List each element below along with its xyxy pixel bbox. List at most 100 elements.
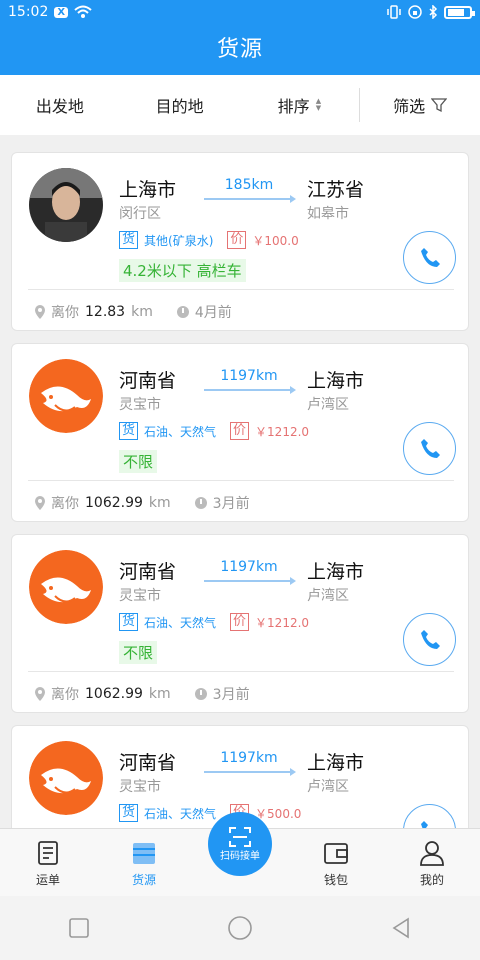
phone-icon [420, 629, 440, 649]
scan-order-label: 扫码接单 [220, 850, 260, 862]
scan-icon [229, 826, 251, 847]
vehicle-spec: 不限 [119, 450, 158, 473]
cargo-card[interactable]: 上海市 闵行区 185km 江苏省 如皋市 货 其他(矿泉水) 价 ￥100.0… [11, 152, 469, 331]
distance-away-unit: km [148, 686, 171, 702]
route-distance: 1197km [220, 368, 278, 384]
filter-bar: 出发地 目的地 排序 ▲ ▼ 筛选 [0, 75, 480, 135]
destination-city: 上海市 [307, 370, 365, 392]
app-header: 15:02 X 货源 [0, 0, 480, 75]
vehicle-spec: 不限 [119, 641, 158, 664]
tab-cargo-label: 货源 [131, 873, 156, 887]
distance-away-value: 12.83 [85, 304, 126, 320]
funnel-icon [431, 98, 448, 113]
call-button[interactable] [403, 804, 456, 828]
origin-district: 灵宝市 [119, 779, 161, 795]
tab-profile[interactable]: 我的 [384, 829, 480, 896]
cargo-list[interactable]: 上海市 闵行区 185km 江苏省 如皋市 货 其他(矿泉水) 价 ￥100.0… [0, 135, 480, 828]
distance-away-unit: km [148, 495, 171, 511]
fish-logo-icon [29, 359, 103, 433]
waybill-icon [38, 841, 58, 865]
distance-away-label: 离你 [51, 305, 79, 321]
price-tag: 价 [230, 422, 250, 440]
destination-district: 如皋市 [307, 206, 349, 222]
fish-logo-icon [29, 550, 103, 624]
price-value: ￥100.0 [252, 233, 299, 248]
goods-tag: 货 [119, 422, 139, 440]
distance-away-unit: km [131, 304, 153, 320]
origin-city: 河南省 [119, 752, 177, 774]
cargo-card[interactable]: 河南省 灵宝市 1197km 上海市 卢湾区 货 石油、天然气 价 ￥1212.… [11, 343, 469, 522]
home-icon[interactable] [227, 915, 253, 941]
destination-city: 上海市 [307, 561, 365, 583]
filter-origin-label: 出发地 [35, 97, 84, 116]
goods-name: 石油、天然气 [144, 806, 217, 821]
posted-time: 3月前 [212, 687, 250, 703]
filter-origin[interactable]: 出发地 [0, 93, 120, 117]
distance-away-value: 1062.99 [85, 495, 143, 511]
filter-sort-label: 排序 [277, 97, 310, 116]
origin-city: 上海市 [119, 179, 177, 201]
card-divider [28, 480, 454, 481]
price-tag: 价 [227, 231, 247, 249]
route-distance: 1197km [220, 750, 278, 766]
tab-profile-label: 我的 [419, 873, 444, 887]
destination-district: 卢湾区 [307, 397, 349, 413]
sort-arrows-icon: ▲ ▼ [315, 97, 322, 112]
back-icon[interactable] [390, 917, 412, 939]
route-arrow [204, 768, 296, 776]
phone-icon [420, 247, 440, 267]
route-arrow [204, 195, 296, 203]
tab-waybill-label: 运单 [35, 873, 60, 887]
card-divider [28, 289, 454, 290]
call-button[interactable] [403, 613, 456, 666]
phone-icon [420, 438, 440, 458]
price-tag: 价 [230, 613, 250, 631]
lock-rotation-icon [408, 5, 422, 19]
filter-destination-label: 目的地 [155, 97, 204, 116]
filter-destination[interactable]: 目的地 [120, 93, 240, 117]
tab-wallet[interactable]: 钱包 [288, 829, 384, 896]
destination-city: 上海市 [307, 752, 365, 774]
location-pin-icon [35, 305, 45, 319]
tab-cargo[interactable]: 货源 [96, 829, 192, 896]
call-button[interactable] [403, 422, 456, 475]
vibrate-icon [387, 5, 401, 19]
destination-city: 江苏省 [307, 179, 365, 201]
card-footer: 离你 12.83 km 4月前 [34, 302, 232, 322]
card-footer: 离你 1062.99 km 3月前 [34, 493, 250, 513]
location-pin-icon [35, 496, 45, 510]
scan-order-button[interactable]: 扫码接单 [208, 812, 272, 876]
origin-city: 河南省 [119, 561, 177, 583]
origin-district: 闵行区 [119, 206, 161, 222]
goods-name: 石油、天然气 [144, 615, 217, 630]
wallet-icon [324, 843, 348, 864]
price-value: ￥500.0 [255, 806, 302, 821]
filter-screen[interactable]: 筛选 [360, 93, 480, 117]
price-value: ￥1212.0 [255, 615, 310, 630]
vehicle-spec: 4.2米以下 高栏车 [119, 259, 246, 282]
goods-row: 货 其他(矿泉水) 价 ￥100.0 [119, 231, 299, 249]
wifi-icon [74, 5, 92, 18]
card-divider [28, 671, 454, 672]
route-arrow [204, 577, 296, 585]
recent-apps-icon[interactable] [68, 917, 90, 939]
goods-tag: 货 [119, 231, 139, 249]
distance-away-label: 离你 [51, 687, 79, 703]
status-time: 15:02 [8, 4, 49, 20]
tab-waybill[interactable]: 运单 [0, 829, 96, 896]
bluetooth-icon [429, 5, 438, 19]
battery-icon [444, 5, 475, 19]
system-nav-bar [0, 896, 480, 960]
route-arrow [204, 386, 296, 394]
goods-name: 石油、天然气 [144, 424, 217, 439]
distance-away-label: 离你 [51, 496, 79, 512]
fish-logo-icon [29, 741, 103, 815]
goods-row: 货 石油、天然气 价 ￥500.0 [119, 804, 301, 822]
call-button[interactable] [403, 231, 456, 284]
route-distance: 1197km [220, 559, 278, 575]
card-footer: 离你 1062.99 km 3月前 [34, 684, 250, 704]
filter-sort[interactable]: 排序 ▲ ▼ [240, 93, 360, 117]
destination-district: 卢湾区 [307, 779, 349, 795]
origin-district: 灵宝市 [119, 397, 161, 413]
cargo-card[interactable]: 河南省 灵宝市 1197km 上海市 卢湾区 货 石油、天然气 价 ￥1212.… [11, 534, 469, 713]
